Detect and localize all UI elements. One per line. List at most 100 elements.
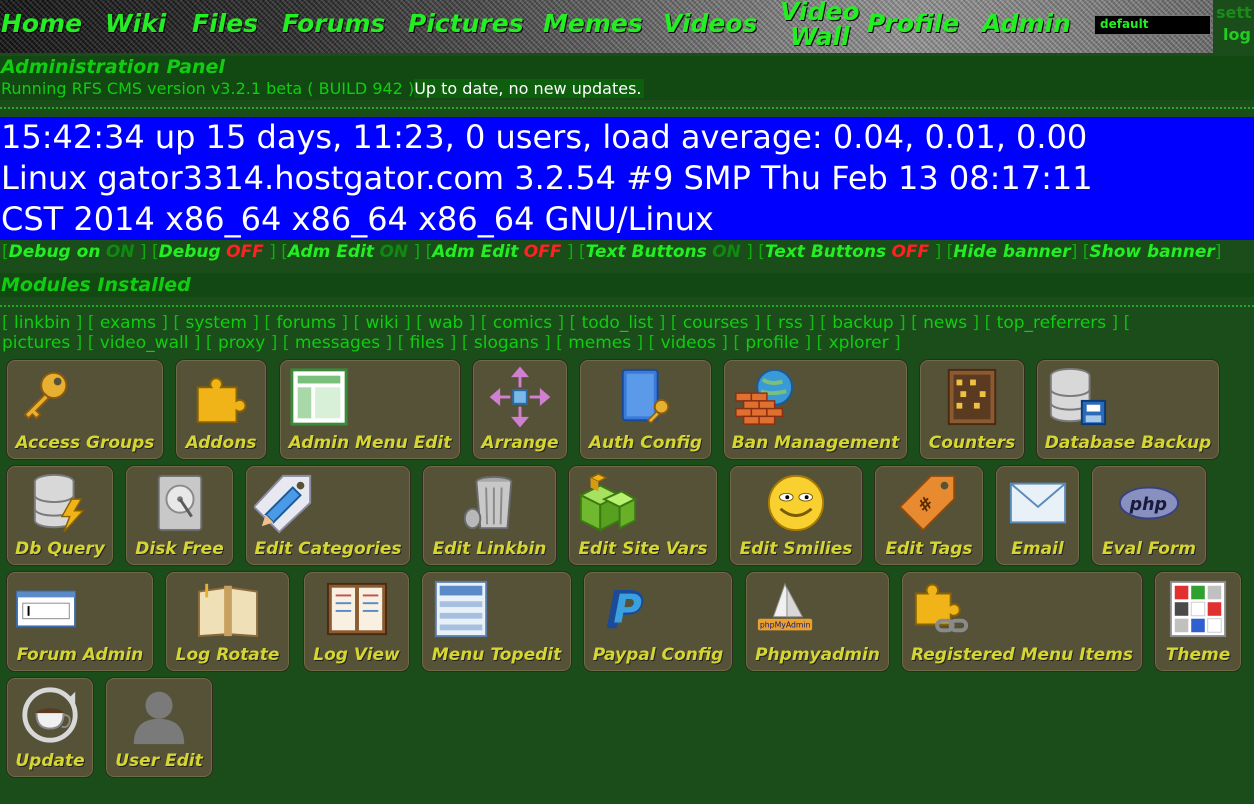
move-arrows-icon bbox=[489, 366, 551, 428]
toggle-text-buttons-off[interactable]: Text Buttons bbox=[765, 242, 886, 262]
module-link-wab[interactable]: wab bbox=[428, 313, 463, 333]
module-link-top-referrers[interactable]: top_referrers bbox=[997, 313, 1107, 333]
tool-log-rotate[interactable]: Log Rotate bbox=[165, 571, 290, 672]
tool-registered-menu-items[interactable]: Registered Menu Items bbox=[901, 571, 1143, 672]
nav-home[interactable]: Home bbox=[1, 9, 82, 38]
toggle-debug-off[interactable]: Debug bbox=[159, 242, 221, 262]
module-link-proxy[interactable]: proxy bbox=[218, 333, 265, 353]
book-key-icon bbox=[615, 366, 677, 428]
open-book-icon bbox=[197, 578, 259, 640]
theme-select[interactable]: default bbox=[1094, 15, 1211, 35]
tool-email[interactable]: Email bbox=[995, 465, 1080, 566]
nav-pictures[interactable]: Pictures bbox=[408, 9, 524, 38]
tool-theme[interactable]: Theme bbox=[1154, 571, 1242, 672]
module-link-news[interactable]: news bbox=[923, 313, 967, 333]
tool-db-query[interactable]: Db Query bbox=[6, 465, 114, 566]
tool-edit-categories[interactable]: Edit Categories bbox=[245, 465, 411, 566]
module-link-backup[interactable]: backup bbox=[832, 313, 893, 333]
settings-link[interactable]: sett bbox=[1216, 3, 1252, 22]
top-navigation: Home Wiki Files Forums Pictures Memes Vi… bbox=[0, 0, 1254, 53]
module-link-linkbin[interactable]: linkbin bbox=[14, 313, 70, 333]
nav-wiki[interactable]: Wiki bbox=[105, 9, 166, 38]
ledger-icon bbox=[326, 578, 388, 640]
module-link-messages[interactable]: messages bbox=[295, 333, 380, 353]
svg-text:P: P bbox=[613, 588, 641, 633]
tool-label: User Edit bbox=[115, 751, 203, 771]
tool-label: Theme bbox=[1165, 645, 1231, 665]
menu-bars-icon bbox=[430, 578, 492, 640]
module-link-rss[interactable]: rss bbox=[778, 313, 803, 333]
tool-label: Log View bbox=[313, 645, 400, 665]
nav-memes[interactable]: Memes bbox=[543, 9, 643, 38]
toggle-text-buttons-on[interactable]: Text Buttons bbox=[586, 242, 707, 262]
tool-admin-menu-edit[interactable]: Admin Menu Edit bbox=[279, 359, 461, 460]
uptime-line: CST 2014 x86_64 x86_64 x86_64 GNU/Linux bbox=[1, 200, 714, 238]
envelope-icon bbox=[1007, 472, 1069, 534]
tool-log-view[interactable]: Log View bbox=[303, 571, 410, 672]
module-link-system[interactable]: system bbox=[185, 313, 246, 333]
tool-counters[interactable]: Counters bbox=[919, 359, 1025, 460]
version-row: Running RFS CMS version v3.2.1 beta ( BU… bbox=[0, 78, 1254, 100]
nav-profile[interactable]: Profile bbox=[867, 9, 959, 38]
tool-phpmyadmin[interactable]: phpMyAdmin Phpmyadmin bbox=[745, 571, 890, 672]
toggle-debug-on[interactable]: Debug on bbox=[9, 242, 101, 262]
database-lightning-icon bbox=[29, 472, 91, 534]
nav-forums[interactable]: Forums bbox=[282, 9, 385, 38]
module-link-slogans[interactable]: slogans bbox=[474, 333, 539, 353]
toggle-hide-banner[interactable]: Hide banner bbox=[953, 242, 1070, 262]
tool-update[interactable]: Update bbox=[6, 677, 94, 778]
tool-edit-tags[interactable]: # Edit Tags bbox=[874, 465, 984, 566]
module-link-video-wall[interactable]: video_wall bbox=[100, 333, 189, 353]
module-link-files[interactable]: files bbox=[410, 333, 445, 353]
login-link[interactable]: log bbox=[1223, 25, 1251, 44]
tool-database-backup[interactable]: Database Backup bbox=[1036, 359, 1220, 460]
hard-disk-icon bbox=[149, 472, 211, 534]
nav-admin[interactable]: Admin bbox=[982, 9, 1071, 38]
toggle-adm-edit-on[interactable]: Adm Edit bbox=[288, 242, 374, 262]
tag-pencil-icon bbox=[252, 472, 316, 534]
tool-label: Db Query bbox=[15, 539, 105, 559]
tool-menu-topedit[interactable]: Menu Topedit bbox=[421, 571, 572, 672]
module-link-forums[interactable]: forums bbox=[276, 313, 336, 333]
module-link-comics[interactable]: comics bbox=[493, 313, 552, 333]
version-text: Running RFS CMS version v3.2.1 beta ( BU… bbox=[1, 79, 415, 98]
tool-label: Counters bbox=[928, 433, 1016, 453]
tool-edit-site-vars[interactable]: Edit Site Vars bbox=[568, 465, 718, 566]
module-link-wiki[interactable]: wiki bbox=[366, 313, 399, 333]
nav-video-wall[interactable]: Video Wall bbox=[780, 0, 860, 49]
module-link-todo-list[interactable]: todo_list bbox=[582, 313, 654, 333]
tool-paypal-config[interactable]: P P Paypal Config bbox=[583, 571, 733, 672]
toggle-adm-edit-off[interactable]: Adm Edit bbox=[432, 242, 518, 262]
tool-access-groups[interactable]: Access Groups bbox=[6, 359, 164, 460]
nav-videos[interactable]: Videos bbox=[663, 9, 757, 38]
module-link-memes[interactable]: memes bbox=[568, 333, 631, 353]
state-on: ON bbox=[712, 242, 741, 262]
nav-files[interactable]: Files bbox=[192, 9, 258, 38]
module-link-xplorer[interactable]: xplorer bbox=[829, 333, 889, 353]
tool-edit-linkbin[interactable]: Edit Linkbin bbox=[422, 465, 557, 566]
puzzle-link-icon bbox=[910, 578, 972, 640]
tool-label: Update bbox=[15, 751, 85, 771]
tool-edit-smilies[interactable]: Edit Smilies bbox=[729, 465, 863, 566]
tool-addons[interactable]: Addons bbox=[175, 359, 267, 460]
server-uptime: 15:42:34 up 15 days, 11:23, 0 users, loa… bbox=[0, 117, 1254, 240]
module-link-profile[interactable]: profile bbox=[745, 333, 799, 353]
tool-label: Edit Tags bbox=[885, 539, 973, 559]
uptime-line: 15:42:34 up 15 days, 11:23, 0 users, loa… bbox=[1, 118, 1088, 156]
module-link-pictures[interactable]: pictures bbox=[2, 333, 70, 353]
tool-auth-config[interactable]: Auth Config bbox=[579, 359, 712, 460]
tool-user-edit[interactable]: User Edit bbox=[105, 677, 213, 778]
module-link-videos[interactable]: videos bbox=[661, 333, 716, 353]
toggle-show-banner[interactable]: Show banner bbox=[1089, 242, 1214, 262]
tool-forum-admin[interactable]: Forum Admin bbox=[6, 571, 154, 672]
modules-title: Modules Installed bbox=[0, 273, 1254, 297]
tool-label: Arrange bbox=[481, 433, 559, 453]
smiley-icon bbox=[765, 472, 827, 534]
tool-disk-free[interactable]: Disk Free bbox=[125, 465, 234, 566]
tool-eval-form[interactable]: php Eval Form bbox=[1091, 465, 1207, 566]
module-link-courses[interactable]: courses bbox=[683, 313, 749, 333]
module-link-exams[interactable]: exams bbox=[100, 313, 156, 333]
tool-arrange[interactable]: Arrange bbox=[472, 359, 568, 460]
abacus-icon bbox=[941, 366, 1003, 428]
tool-ban-management[interactable]: Ban Management bbox=[723, 359, 908, 460]
